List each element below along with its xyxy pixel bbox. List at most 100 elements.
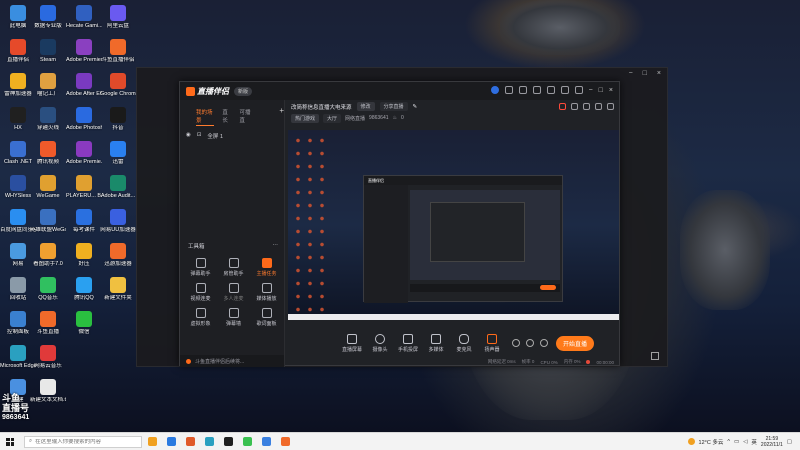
hall-pill[interactable]: 大厅 (323, 113, 342, 123)
toolbox-item[interactable]: 房管助手 (217, 258, 250, 277)
taskbar-app-icon[interactable] (281, 437, 290, 446)
camera-button[interactable]: 摄像头 (366, 333, 394, 353)
desktop-icon[interactable]: 喵记工厂 (30, 70, 66, 104)
toolbox-item[interactable]: 弹幕墙 (217, 308, 250, 327)
shop-icon[interactable] (532, 86, 541, 94)
desktop-icon[interactable]: 数据专业版 (30, 2, 66, 36)
desktop-icon[interactable]: 斗鱼直播 (30, 308, 66, 342)
add-scene-icon[interactable]: + (279, 107, 284, 126)
close-icon[interactable]: × (657, 70, 661, 77)
share-icon[interactable] (607, 103, 614, 110)
notification-icon[interactable]: ▢ (787, 439, 792, 445)
desktop-icon[interactable]: Adobe Photosh... (66, 104, 102, 138)
menu-icon[interactable] (574, 86, 583, 94)
chat-icon[interactable] (546, 86, 555, 94)
taskbar-search[interactable]: ⌕ (24, 435, 142, 448)
maximize-icon[interactable]: □ (643, 70, 647, 77)
speaker-button[interactable]: 扬声器 (478, 333, 506, 353)
lock-icon[interactable]: ⊡ (197, 132, 202, 140)
weather-icon[interactable] (687, 438, 695, 445)
ime-icon[interactable]: 英 (751, 438, 757, 446)
scene-tab[interactable]: 直长 (222, 108, 231, 126)
desktop-icon[interactable]: Google Chrome (100, 70, 136, 104)
taskbar-app-icon[interactable] (167, 437, 176, 446)
desktop-icon[interactable]: 迅雷 (100, 138, 136, 172)
start-live-button[interactable]: 开始直播 (556, 335, 595, 351)
screen-capture-button[interactable]: 直播屏幕 (338, 333, 366, 353)
desktop-icon[interactable]: 新建文本文档.txt (30, 376, 66, 410)
clock[interactable]: 21:59 2022/11/1 (761, 436, 783, 448)
desktop-icon[interactable]: 腾讯QQ (66, 274, 102, 308)
settings-icon[interactable] (540, 339, 548, 347)
toolbox-item[interactable]: 虚拟形象 (184, 308, 217, 327)
volume-icon[interactable]: ◁ (743, 439, 747, 445)
desktop-icon[interactable]: 看图助手7.0 (30, 240, 66, 274)
network-icon[interactable]: ▭ (734, 439, 739, 445)
scene-tab[interactable]: 可播直 (240, 108, 254, 126)
desktop-icon[interactable]: Adobe Audit... (100, 172, 136, 206)
toolbox-item[interactable]: 弹幕助手 (184, 258, 217, 277)
avatar-icon[interactable] (490, 86, 499, 94)
taskbar-search-input[interactable] (35, 438, 136, 445)
desktop-icon[interactable]: 微信 (66, 308, 102, 342)
toolbox-item[interactable]: 多人连麦 (217, 283, 250, 302)
desktop-icon[interactable]: 每考课件 (66, 206, 102, 240)
taskbar-app-icon[interactable] (186, 437, 195, 446)
notice-bar[interactable]: 斗鱼直播伴侣后续将... (180, 355, 284, 367)
stream-preview[interactable]: 直播伴侣 (288, 130, 619, 320)
category-pill[interactable]: 热门游戏 (291, 113, 320, 123)
desktop-icon[interactable]: 网易UU加速器 (100, 206, 136, 240)
desktop-icon[interactable]: 英雄联盟WeGame版 (30, 206, 66, 240)
close-icon[interactable]: × (609, 87, 613, 94)
phone-cast-button[interactable]: 手机投屏 (394, 333, 422, 353)
desktop-icon[interactable]: 阿里云盘 (100, 2, 136, 36)
taskbar-app-icon[interactable] (243, 437, 252, 446)
toolbox-item[interactable]: 媒体播放 (250, 283, 283, 302)
pencil-icon[interactable]: ✎ (413, 104, 418, 110)
scene-item[interactable]: ◉ ⊡ 全屏 1 (180, 126, 284, 140)
desktop-icon[interactable]: 穿越火线 (30, 104, 66, 138)
desktop-icon[interactable]: 新建文件夹 (100, 274, 136, 308)
minimize-icon[interactable]: − (589, 87, 593, 94)
desktop-icon[interactable]: 斗鱼直播伴侣 (100, 36, 136, 70)
link-icon[interactable] (583, 103, 590, 110)
scene-tab[interactable]: 我的场景 (196, 108, 215, 126)
taskbar-app-icon[interactable] (205, 437, 214, 446)
record-icon[interactable] (512, 339, 520, 347)
desktop-icon[interactable]: Adobe Premiere P... (66, 36, 102, 70)
message-icon[interactable] (504, 86, 513, 94)
view-icon[interactable] (526, 339, 534, 347)
start-icon[interactable] (6, 437, 14, 446)
taskbar-app-icon[interactable] (224, 437, 233, 446)
desktop-icon[interactable]: Adobe After Effects CC ... (66, 70, 102, 104)
taskbar-app-icon[interactable] (262, 437, 271, 446)
desktop-icon[interactable]: PLAYERU... BATTLEGR... (66, 172, 102, 206)
help-icon[interactable] (560, 86, 569, 94)
weather-text[interactable]: 12°C 多云 (699, 438, 724, 446)
toolbox-item[interactable]: 歌词面板 (250, 308, 283, 327)
desktop-icon[interactable]: QQ音乐 (30, 274, 66, 308)
desktop-icon[interactable]: 网易云音乐 (30, 342, 66, 376)
lock-icon[interactable] (571, 103, 578, 110)
desktop-icon[interactable]: 腾讯视频 (30, 138, 66, 172)
desktop-icon[interactable]: Hecate Gami... (66, 2, 102, 36)
toolbox-item[interactable]: 主播任务 (250, 258, 283, 277)
desktop-icon[interactable]: 抖音 (100, 104, 136, 138)
share-room-button[interactable]: 分享直播 (379, 102, 408, 111)
desktop-icon[interactable]: WeGame (30, 172, 66, 206)
bell-icon[interactable] (595, 103, 602, 110)
minimize-icon[interactable]: − (629, 70, 633, 77)
microphone-button[interactable]: 麦克风 (450, 333, 478, 353)
desktop-icon[interactable]: Steam (30, 36, 66, 70)
taskbar-app-icon[interactable] (148, 437, 157, 446)
gift-box-icon[interactable] (559, 103, 566, 110)
desktop-icon[interactable]: 好压 (66, 240, 102, 274)
gift-icon[interactable] (518, 86, 527, 94)
version-badge[interactable]: 新版 (234, 86, 253, 96)
maximize-icon[interactable]: □ (599, 87, 603, 94)
eye-icon[interactable]: ◉ (186, 132, 191, 140)
desktop-icon[interactable]: Adobe Premie... (66, 138, 102, 172)
chevron-up-icon[interactable]: ^ (727, 439, 730, 445)
more-icon[interactable]: ⋯ (273, 242, 279, 250)
media-button[interactable]: 多媒体 (422, 333, 450, 353)
